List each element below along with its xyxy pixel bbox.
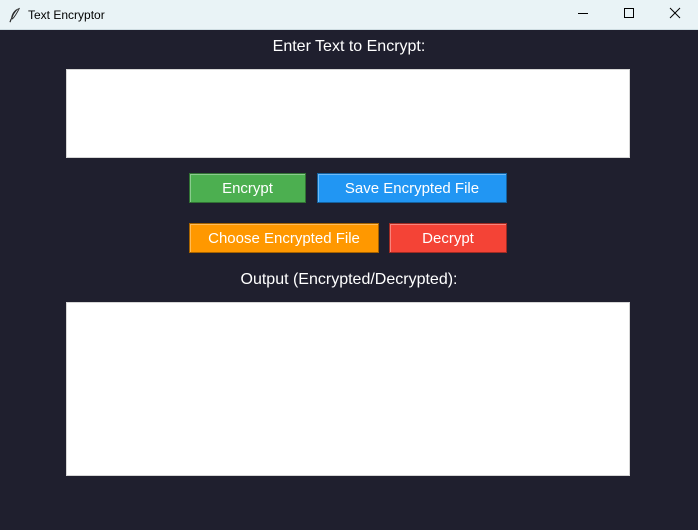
maximize-icon bbox=[623, 6, 635, 24]
minimize-button[interactable] bbox=[560, 0, 606, 29]
input-label: Enter Text to Encrypt: bbox=[272, 38, 426, 55]
save-encrypted-file-button[interactable]: Save Encrypted File bbox=[317, 173, 507, 203]
app-window: Text Encryptor Enter Text to Encrypt: En… bbox=[0, 0, 698, 530]
output-text-area[interactable] bbox=[66, 302, 630, 476]
close-icon bbox=[669, 6, 681, 24]
output-label: Output (Encrypted/Decrypted): bbox=[240, 271, 458, 288]
maximize-button[interactable] bbox=[606, 0, 652, 29]
encrypt-button[interactable]: Encrypt bbox=[189, 173, 306, 203]
close-button[interactable] bbox=[652, 0, 698, 29]
decrypt-button[interactable]: Decrypt bbox=[389, 223, 507, 253]
window-title: Text Encryptor bbox=[28, 8, 105, 22]
title-bar[interactable]: Text Encryptor bbox=[0, 0, 698, 30]
minimize-icon bbox=[577, 6, 589, 24]
feather-icon bbox=[8, 7, 22, 23]
input-text-area[interactable] bbox=[66, 69, 630, 158]
choose-encrypted-file-button[interactable]: Choose Encrypted File bbox=[189, 223, 379, 253]
